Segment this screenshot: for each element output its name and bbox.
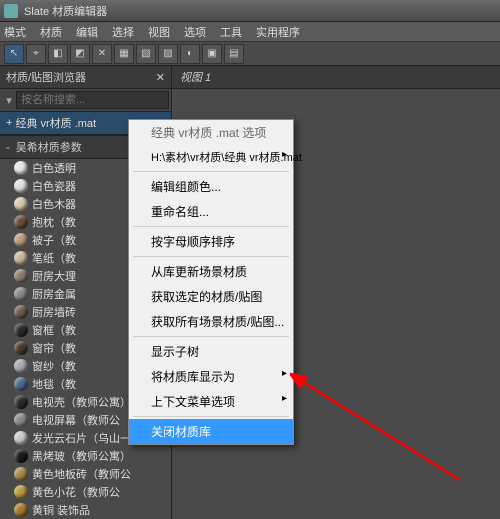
ctx-item[interactable]: 获取选定的材质/贴图 (129, 284, 293, 309)
submenu-arrow-icon: ▸ (282, 149, 287, 160)
menu-材质[interactable]: 材质 (40, 24, 62, 40)
material-label: 窗框（教 (32, 322, 76, 338)
material-label: 笔纸（教 (32, 250, 76, 266)
material-sphere-icon (14, 179, 28, 193)
tool-pointer[interactable]: ↖ (4, 44, 24, 64)
toolbar: ↖ ⌖ ◧ ◩ ✕ ▦ ▧ ▨ ◐ ▣ ▤ (0, 42, 500, 66)
material-label: 电视屏幕（教师公 (32, 412, 120, 428)
tool-a[interactable]: ◧ (48, 44, 68, 64)
ctx-item[interactable]: 编辑组颜色... (129, 174, 293, 199)
material-sphere-icon (14, 251, 28, 265)
ctx-item[interactable]: 按字母顺序排序 (129, 229, 293, 254)
menu-选项[interactable]: 选项 (184, 24, 206, 40)
material-label: 发光云石片（乌山一 (32, 430, 131, 446)
menu-编辑[interactable]: 编辑 (76, 24, 98, 40)
material-item[interactable]: 黄色小花（教师公 (0, 483, 171, 501)
material-sphere-icon (14, 323, 28, 337)
material-label: 黄色地板砖（教师公 (32, 466, 131, 482)
tool-g[interactable]: ◐ (180, 44, 200, 64)
tool-d[interactable]: ▦ (114, 44, 134, 64)
ctx-separator (133, 336, 289, 337)
panel-close-icon[interactable]: ✕ (156, 71, 165, 84)
tool-b[interactable]: ◩ (70, 44, 90, 64)
tool-e[interactable]: ▧ (136, 44, 156, 64)
ctx-item[interactable]: 显示子树 (129, 339, 293, 364)
ctx-item[interactable]: 从库更新场景材质 (129, 259, 293, 284)
menubar: 模式材质编辑选择视图选项工具实用程序 (0, 22, 500, 42)
material-label: 黄色小花（教师公 (32, 484, 120, 500)
ctx-header-2[interactable]: H:\素材\vr材质\经典 vr材质.mat ▸ (129, 145, 293, 169)
material-sphere-icon (14, 395, 28, 409)
tool-f[interactable]: ▨ (158, 44, 178, 64)
context-menu: 经典 vr材质 .mat 选项 H:\素材\vr材质\经典 vr材质.mat ▸… (128, 119, 294, 445)
tool-c[interactable]: ✕ (92, 44, 112, 64)
material-label: 白色木器 (32, 196, 76, 212)
material-sphere-icon (14, 215, 28, 229)
tool-pick[interactable]: ⌖ (26, 44, 46, 64)
material-label: 黄铜 装饰品 (32, 502, 90, 518)
menu-实用程序[interactable]: 实用程序 (256, 24, 300, 40)
menu-选择[interactable]: 选择 (112, 24, 134, 40)
submenu-arrow-icon: ▸ (282, 393, 287, 404)
search-input[interactable] (16, 91, 169, 109)
ctx-separator (133, 416, 289, 417)
material-sphere-icon (14, 287, 28, 301)
menu-工具[interactable]: 工具 (220, 24, 242, 40)
material-sphere-icon (14, 359, 28, 373)
material-sphere-icon (14, 485, 28, 499)
material-label: 被子（教 (32, 232, 76, 248)
material-sphere-icon (14, 449, 28, 463)
material-label: 抱枕（教 (32, 214, 76, 230)
material-label: 厨房大理 (32, 268, 76, 284)
submenu-arrow-icon: ▸ (282, 368, 287, 379)
ctx-item[interactable]: 获取所有场景材质/贴图... (129, 309, 293, 334)
material-label: 白色瓷器 (32, 178, 76, 194)
material-sphere-icon (14, 503, 28, 517)
material-sphere-icon (14, 305, 28, 319)
material-sphere-icon (14, 413, 28, 427)
ctx-separator (133, 256, 289, 257)
search-dropdown-icon[interactable]: ▾ (2, 94, 16, 107)
panel-title: 材质/贴图浏览器 (6, 69, 86, 85)
material-sphere-icon (14, 269, 28, 283)
ctx-separator (133, 171, 289, 172)
material-label: 白色透明 (32, 160, 76, 176)
menu-视图[interactable]: 视图 (148, 24, 170, 40)
ctx-item[interactable]: 重命名组... (129, 199, 293, 224)
ctx-item[interactable]: 将材质库显示为▸ (129, 364, 293, 389)
menu-模式[interactable]: 模式 (4, 24, 26, 40)
material-label: 窗帘（教 (32, 340, 76, 356)
material-label: 地毯（教 (32, 376, 76, 392)
material-sphere-icon (14, 161, 28, 175)
material-label: 厨房墙砖 (32, 304, 76, 320)
tool-h[interactable]: ▣ (202, 44, 222, 64)
material-item[interactable]: 黄色地板砖（教师公 (0, 465, 171, 483)
ctx-item[interactable]: 关闭材质库 (129, 419, 293, 444)
material-label: 厨房金属 (32, 286, 76, 302)
viewport-tab[interactable]: 视图 1 (172, 66, 500, 89)
material-sphere-icon (14, 233, 28, 247)
material-item[interactable]: 黑烤玻（教师公寓） (0, 447, 171, 465)
ctx-separator (133, 226, 289, 227)
material-sphere-icon (14, 197, 28, 211)
app-icon (4, 4, 18, 18)
material-label: 窗纱（教 (32, 358, 76, 374)
ctx-item[interactable]: 上下文菜单选项▸ (129, 389, 293, 414)
material-label: 黑烤玻（教师公寓） (32, 448, 131, 464)
material-label: 电视壳（教师公寓） (32, 394, 131, 410)
window-title: Slate 材质编辑器 (24, 3, 107, 19)
material-sphere-icon (14, 467, 28, 481)
material-sphere-icon (14, 341, 28, 355)
material-sphere-icon (14, 377, 28, 391)
material-item[interactable]: 黄铜 装饰品 (0, 501, 171, 519)
tool-i[interactable]: ▤ (224, 44, 244, 64)
material-sphere-icon (14, 431, 28, 445)
ctx-header-1: 经典 vr材质 .mat 选项 (129, 120, 293, 145)
